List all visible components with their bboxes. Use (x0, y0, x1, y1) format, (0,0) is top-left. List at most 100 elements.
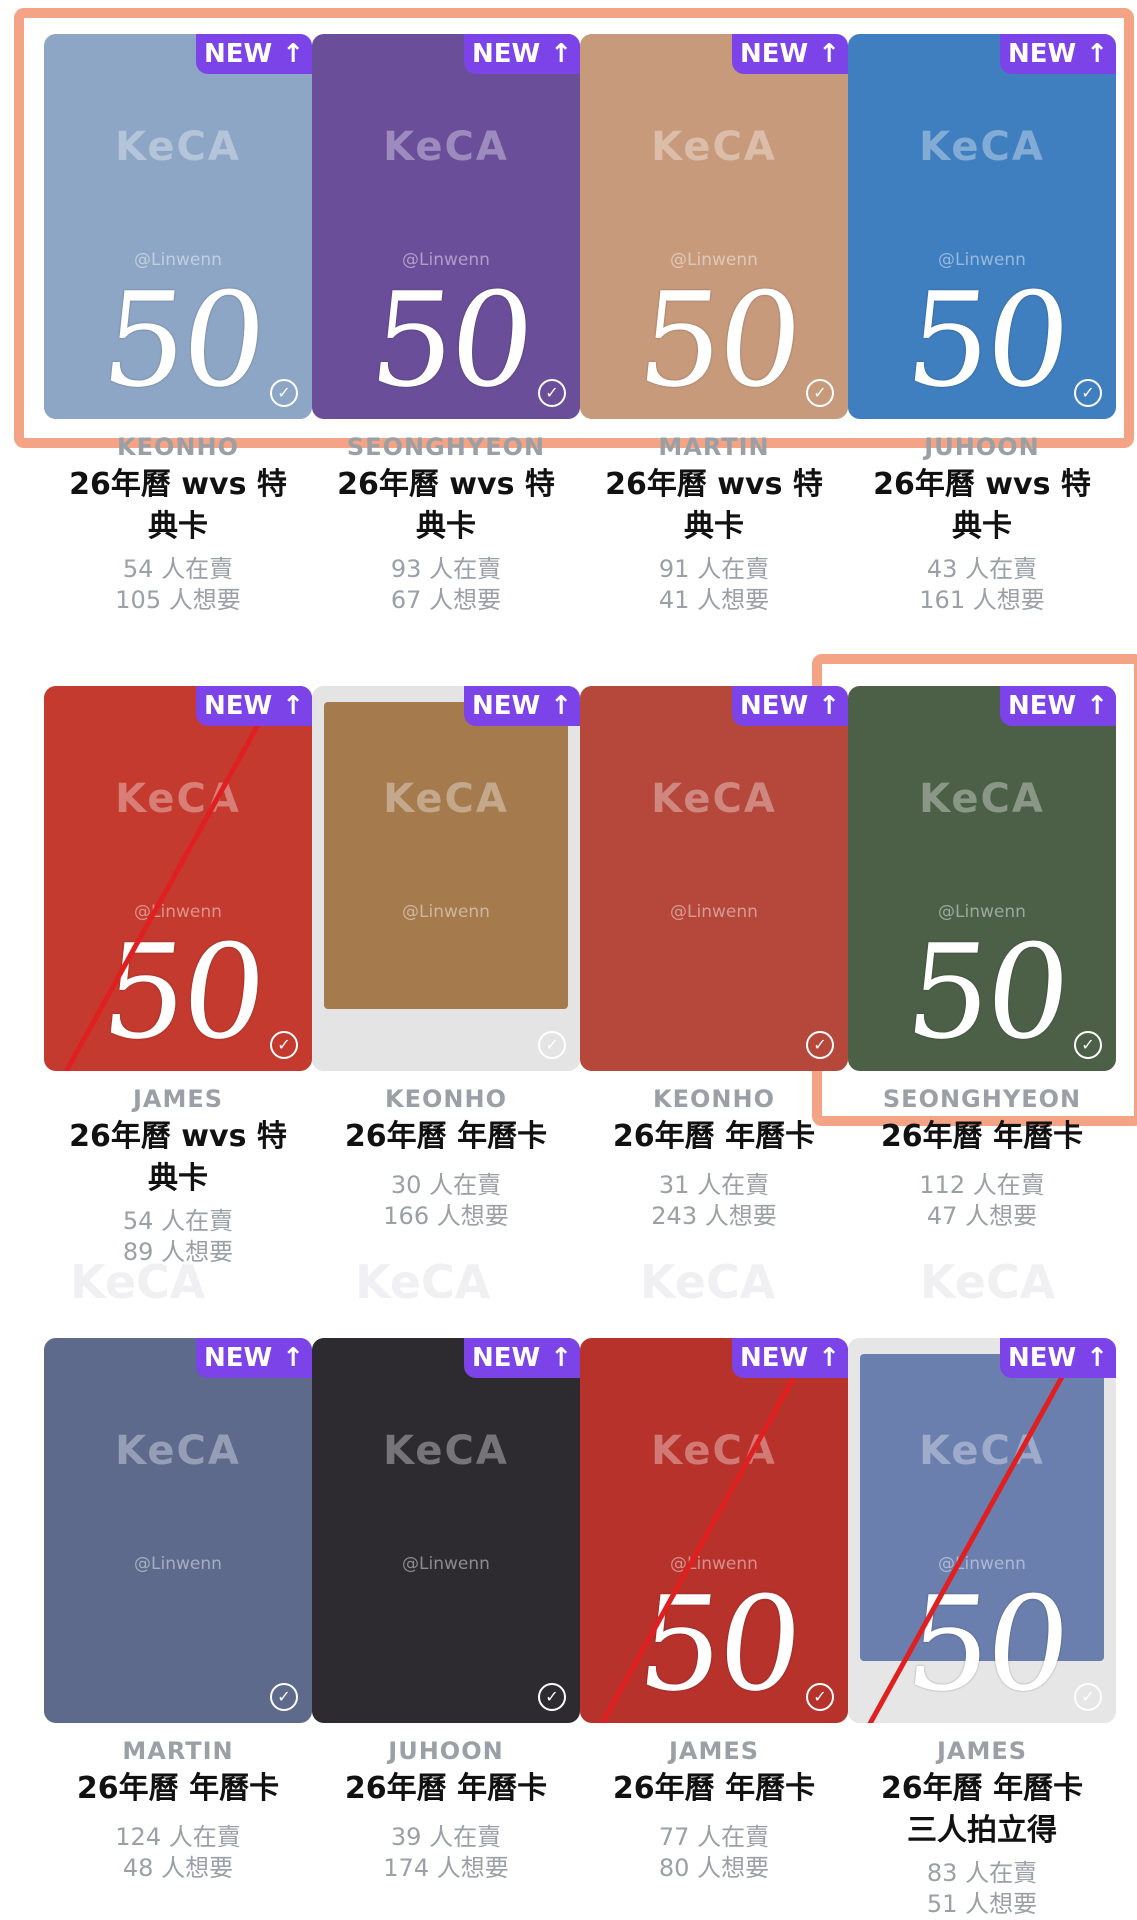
card-title[interactable]: 26年曆 年曆卡 (44, 1768, 312, 1810)
check-circle-icon[interactable]: ✓ (1074, 1683, 1102, 1711)
check-circle-icon[interactable]: ✓ (1074, 1031, 1102, 1059)
wanting-count: 105 人想要 (115, 586, 241, 614)
new-badge-label: NEW (1008, 1343, 1077, 1373)
card-title[interactable]: 26年曆 wvs 特 典卡 (580, 464, 848, 548)
card-photo[interactable]: KeCA @Linwenn 50 NEW ↑ ✓ (312, 34, 580, 419)
card-title[interactable]: 26年曆 wvs 特 典卡 (312, 464, 580, 548)
wanting-count: 67 人想要 (390, 586, 502, 614)
up-arrow-icon: ↑ (282, 691, 304, 721)
member-name: JAMES (132, 1085, 224, 1113)
selling-count: 77 人在賣 (658, 1823, 770, 1851)
check-circle-icon[interactable]: ✓ (806, 379, 834, 407)
card-photo[interactable]: KeCA @Linwenn 50 NEW ↑ ✓ (44, 34, 312, 419)
check-circle-icon[interactable]: ✓ (270, 1683, 298, 1711)
check-circle-icon[interactable]: ✓ (1074, 379, 1102, 407)
card-title-line-2: 典卡 (148, 1161, 208, 1196)
new-badge: NEW ↑ (196, 686, 312, 726)
card-title[interactable]: 26年曆 年曆卡 (312, 1116, 580, 1158)
new-badge-label: NEW (204, 691, 273, 721)
card-title[interactable]: 26年曆 年曆卡 (312, 1768, 580, 1810)
card-photo[interactable]: KeCA @Linwenn NEW ↑ ✓ (312, 1338, 580, 1723)
up-arrow-icon: ↑ (818, 39, 840, 69)
wanting-count: 174 人想要 (383, 1854, 509, 1882)
card-title[interactable]: 26年曆 wvs 特 典卡 (848, 464, 1116, 548)
new-badge-label: NEW (740, 1343, 809, 1373)
card-photo[interactable]: KeCA @Linwenn 50 NEW ↑ ✓ (580, 34, 848, 419)
check-circle-icon[interactable]: ✓ (270, 1031, 298, 1059)
card-photo[interactable]: KeCA @Linwenn NEW ↑ ✓ (580, 686, 848, 1071)
card-title[interactable]: 26年曆 年曆卡 (848, 1116, 1116, 1158)
selling-count: 112 人在賣 (919, 1171, 1045, 1199)
new-badge-label: NEW (1008, 39, 1077, 69)
wanting-count: 243 人想要 (651, 1202, 777, 1230)
handwritten-price: 50 (900, 916, 1074, 1068)
new-badge-label: NEW (740, 691, 809, 721)
check-circle-icon[interactable]: ✓ (806, 1031, 834, 1059)
member-name: JAMES (936, 1737, 1028, 1765)
handwritten-price: 50 (364, 264, 538, 416)
selling-count: 54 人在賣 (122, 1207, 234, 1235)
photo-background (580, 686, 848, 1071)
card-photo[interactable]: KeCA @Linwenn 50 NEW ↑ ✓ (44, 686, 312, 1071)
handwritten-price: 50 (96, 264, 270, 416)
up-arrow-icon: ↑ (550, 1343, 572, 1373)
new-badge: NEW ↑ (732, 686, 848, 726)
card-title[interactable]: 26年曆 年曆卡 (580, 1116, 848, 1158)
wanting-count: 48 人想要 (122, 1854, 234, 1882)
wanting-count: 47 人想要 (926, 1202, 1038, 1230)
card-photo[interactable]: KeCA @Linwenn 50 NEW ↑ ✓ (848, 1338, 1116, 1723)
member-name: SEONGHYEON (346, 433, 546, 461)
card-photo[interactable]: KeCA @Linwenn 50 NEW ↑ ✓ (580, 1338, 848, 1723)
card-photo[interactable]: KeCA @Linwenn 50 NEW ↑ ✓ (848, 34, 1116, 419)
card-title[interactable]: 26年曆 wvs 特 典卡 (44, 1116, 312, 1200)
new-badge: NEW ↑ (196, 34, 312, 74)
card-title-line-1: 26年曆 wvs 特 (873, 467, 1091, 502)
card-title-line-2: 典卡 (148, 509, 208, 544)
new-badge-label: NEW (204, 39, 273, 69)
card-title-line-1: 26年曆 年曆卡 (612, 1119, 816, 1154)
card-title-line-1: 26年曆 年曆卡 (612, 1771, 816, 1806)
selling-count: 124 人在賣 (115, 1823, 241, 1851)
handwritten-price: 50 (900, 264, 1074, 416)
photo-handle-text: @Linwenn (402, 902, 490, 922)
photo-watermark: KeCA (919, 776, 1045, 822)
cross-out-line (867, 1345, 1081, 1723)
new-badge-label: NEW (1008, 691, 1077, 721)
card-photo[interactable]: KeCA @Linwenn NEW ↑ ✓ (312, 686, 580, 1071)
photo-watermark: KeCA (919, 124, 1045, 170)
up-arrow-icon: ↑ (550, 39, 572, 69)
new-badge: NEW ↑ (464, 34, 580, 74)
card-title-line-1: 26年曆 年曆卡 (880, 1119, 1084, 1154)
up-arrow-icon: ↑ (1086, 1343, 1108, 1373)
check-circle-icon[interactable]: ✓ (538, 1683, 566, 1711)
watermark: KeCA (920, 1255, 1056, 1309)
card-photo[interactable]: KeCA @Linwenn NEW ↑ ✓ (44, 1338, 312, 1723)
photo-handle-text: @Linwenn (134, 1554, 222, 1574)
up-arrow-icon: ↑ (550, 691, 572, 721)
up-arrow-icon: ↑ (282, 1343, 304, 1373)
photo-handle-text: @Linwenn (402, 1554, 490, 1574)
check-circle-icon[interactable]: ✓ (270, 379, 298, 407)
check-circle-icon[interactable]: ✓ (538, 1031, 566, 1059)
new-badge: NEW ↑ (1000, 34, 1116, 74)
up-arrow-icon: ↑ (1086, 39, 1108, 69)
photo-watermark: KeCA (115, 1428, 241, 1474)
new-badge-label: NEW (740, 39, 809, 69)
wanting-count: 51 人想要 (926, 1890, 1038, 1918)
card-title[interactable]: 26年曆 年曆卡 (580, 1768, 848, 1810)
card-photo[interactable]: KeCA @Linwenn 50 NEW ↑ ✓ (848, 686, 1116, 1071)
photo-watermark: KeCA (651, 124, 777, 170)
card-title[interactable]: 26年曆 年曆卡 三人拍立得 (848, 1768, 1116, 1852)
cross-out-line (63, 693, 277, 1071)
photo-background (312, 1338, 580, 1723)
photo-watermark: KeCA (383, 1428, 509, 1474)
new-badge-label: NEW (472, 691, 541, 721)
card-title-line-1: 26年曆 wvs 特 (69, 1119, 287, 1154)
up-arrow-icon: ↑ (1086, 691, 1108, 721)
card-title[interactable]: 26年曆 wvs 特 典卡 (44, 464, 312, 548)
watermark: KeCA (640, 1255, 776, 1309)
check-circle-icon[interactable]: ✓ (538, 379, 566, 407)
photo-background (44, 1338, 312, 1723)
check-circle-icon[interactable]: ✓ (806, 1683, 834, 1711)
wanting-count: 80 人想要 (658, 1854, 770, 1882)
